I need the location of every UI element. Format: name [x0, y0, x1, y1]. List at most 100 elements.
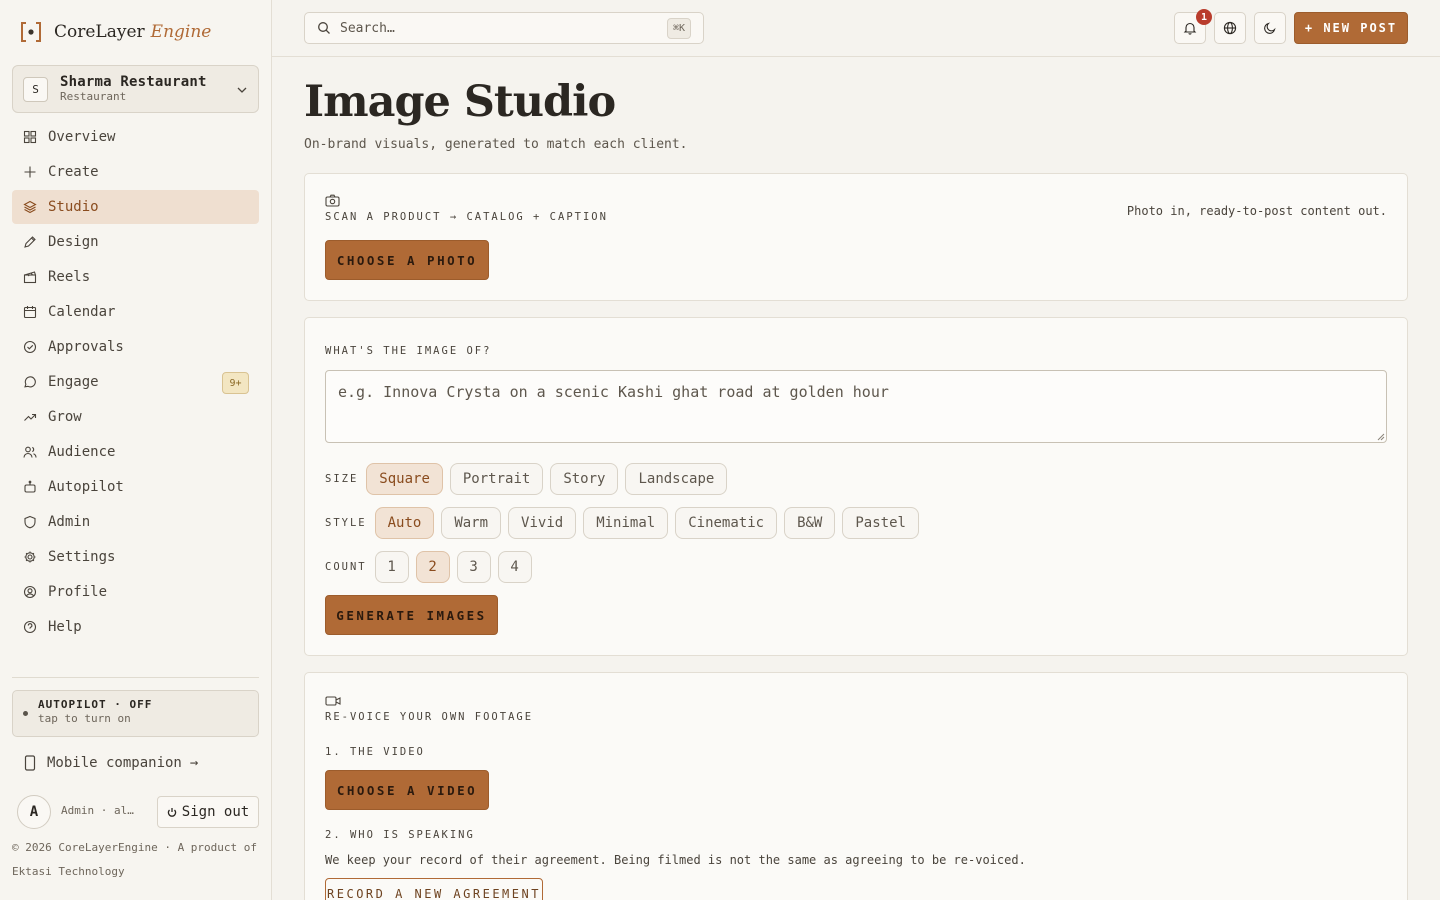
sidebar-item-create[interactable]: Create — [12, 155, 259, 189]
sidebar-item-label: Audience — [48, 444, 116, 460]
trend-icon — [24, 413, 37, 421]
notifications-button[interactable]: 1 — [1174, 9, 1212, 44]
style-options: Auto Warm Vivid Minimal Cinematic B&W Pastel — [374, 507, 926, 539]
sidebar-item-profile[interactable]: Profile — [12, 575, 259, 609]
sign-out-button[interactable]: Sign out — [157, 796, 259, 828]
search-input[interactable] — [340, 20, 640, 36]
globe-icon — [1223, 21, 1237, 35]
autopilot-hint: tap to turn on — [38, 712, 131, 725]
sidebar-item-autopilot[interactable]: Autopilot — [12, 470, 259, 504]
org-type: Restaurant — [60, 90, 127, 103]
sidebar-item-calendar[interactable]: Calendar — [12, 295, 259, 329]
user-row: A Admin · al… Sign out — [17, 795, 259, 829]
style-option[interactable]: Cinematic — [675, 507, 778, 539]
sidebar-item-reels[interactable]: Reels — [12, 260, 259, 294]
style-option[interactable]: Auto — [374, 507, 435, 539]
sidebar-item-help[interactable]: Help — [12, 610, 259, 644]
theme-toggle-button[interactable] — [1254, 12, 1286, 44]
notification-count-badge: 1 — [1196, 9, 1212, 25]
sidebar-item-audience[interactable]: Audience — [12, 435, 259, 469]
prompt-label: WHAT'S THE IMAGE OF? — [325, 345, 492, 357]
autopilot-toggle[interactable]: AUTOPILOT · OFF tap to turn on — [12, 690, 259, 737]
arrow-right-icon: → — [189, 755, 199, 771]
count-option[interactable]: 1 — [374, 551, 409, 583]
shortcut-hint: ⌘K — [666, 18, 691, 39]
autopilot-status: AUTOPILOT · OFF — [38, 698, 153, 711]
main-content: Image Studio On-brand visuals, generated… — [272, 57, 1440, 900]
consent-note: We keep your record of their agreement. … — [325, 853, 1026, 867]
sidebar-item-label: Create — [48, 164, 99, 180]
size-options: Square Portrait Story Landscape — [366, 463, 734, 495]
sidebar-item-engage[interactable]: Engage 9+ — [12, 365, 259, 399]
mobile-companion-link[interactable]: Mobile companion → — [24, 755, 198, 771]
sidebar-item-label: Profile — [48, 584, 108, 600]
style-row: STYLE Auto Warm Vivid Minimal Cinematic B&W Pa… — [325, 507, 926, 539]
sidebar-item-admin[interactable]: Admin — [12, 505, 259, 539]
moon-icon — [1264, 22, 1276, 34]
sidebar-item-grow[interactable]: Grow — [12, 400, 259, 434]
sidebar-item-label: Design — [48, 234, 99, 250]
size-option[interactable]: Story — [550, 463, 619, 495]
sidebar-item-label: Admin — [48, 514, 91, 530]
sidebar-item-label: Calendar — [48, 304, 116, 320]
chevron-down-icon — [237, 87, 247, 93]
style-option[interactable]: Warm — [441, 507, 502, 539]
record-agreement-button[interactable]: RECORD A NEW AGREEMENT — [325, 878, 543, 900]
step-video-label: 1. THE VIDEO — [325, 746, 425, 758]
count-option[interactable]: 2 — [415, 551, 450, 583]
logo-mark-icon — [21, 22, 41, 42]
avatar[interactable]: A — [17, 795, 51, 829]
count-row: COUNT 1234 — [325, 551, 539, 583]
phone-icon — [24, 755, 36, 771]
sidebar-item-label: Approvals — [48, 339, 124, 355]
resize-grip-icon[interactable] — [1375, 431, 1385, 441]
sidebar-item-label: Help — [48, 619, 82, 635]
divider — [12, 677, 259, 678]
user-circle-icon — [23, 585, 37, 599]
style-option[interactable]: Pastel — [842, 507, 919, 539]
sidebar-item-label: Reels — [48, 269, 91, 285]
sidebar-item-label: Studio — [48, 199, 99, 215]
style-option[interactable]: B&W — [784, 507, 836, 539]
sidebar-item-overview[interactable]: Overview — [12, 120, 259, 154]
sidebar-item-label: Settings — [48, 549, 116, 565]
count-option[interactable]: 4 — [497, 551, 532, 583]
revoice-eyebrow: RE-VOICE YOUR OWN FOOTAGE — [325, 711, 534, 723]
sidebar-item-studio[interactable]: Studio — [12, 190, 259, 224]
prompt-input[interactable] — [325, 370, 1387, 443]
new-post-button[interactable]: + NEW POST — [1294, 12, 1408, 44]
size-row: SIZE Square Portrait Story Landscape — [325, 463, 734, 495]
org-avatar: S — [23, 76, 48, 102]
brand-logo[interactable]: CoreLayer Engine — [20, 20, 211, 44]
style-label: STYLE — [325, 517, 367, 529]
generate-images-button[interactable]: GENERATE IMAGES — [325, 595, 498, 635]
sidebar-item-settings[interactable]: Settings — [12, 540, 259, 574]
language-button[interactable] — [1214, 12, 1246, 44]
users-icon — [23, 446, 37, 458]
camera-icon — [325, 194, 340, 207]
page-subtitle: On-brand visuals, generated to match eac… — [304, 137, 688, 152]
size-option[interactable]: Square — [366, 463, 443, 495]
sidebar-item-approvals[interactable]: Approvals — [12, 330, 259, 364]
step-speaker-label: 2. WHO IS SPEAKING — [325, 829, 475, 841]
layers-icon — [23, 200, 37, 214]
chat-icon — [24, 376, 36, 388]
unread-badge: 9+ — [222, 372, 249, 394]
choose-photo-button[interactable]: CHOOSE A PHOTO — [325, 240, 489, 280]
size-option[interactable]: Portrait — [449, 463, 544, 495]
scan-eyebrow: SCAN A PRODUCT → CATALOG + CAPTION — [325, 211, 608, 223]
sidebar-item-label: Overview — [48, 129, 116, 145]
org-switcher[interactable]: S Sharma Restaurant Restaurant — [12, 65, 259, 113]
sidebar-item-design[interactable]: Design — [12, 225, 259, 259]
style-option[interactable]: Vivid — [508, 507, 577, 539]
sidebar-item-label: Autopilot — [48, 479, 124, 495]
style-option[interactable]: Minimal — [583, 507, 669, 539]
size-option[interactable]: Landscape — [625, 463, 728, 495]
user-email: Admin · al… — [61, 804, 134, 817]
footer-copyright: © 2026 CoreLayerEngine · A product of Ek… — [12, 841, 258, 878]
choose-video-button[interactable]: CHOOSE A VIDEO — [325, 770, 489, 810]
scan-tagline: Photo in, ready-to-post content out. — [1126, 204, 1387, 218]
count-option[interactable]: 3 — [456, 551, 491, 583]
count-label: COUNT — [325, 561, 367, 573]
search-bar[interactable]: ⌘K — [304, 12, 704, 44]
